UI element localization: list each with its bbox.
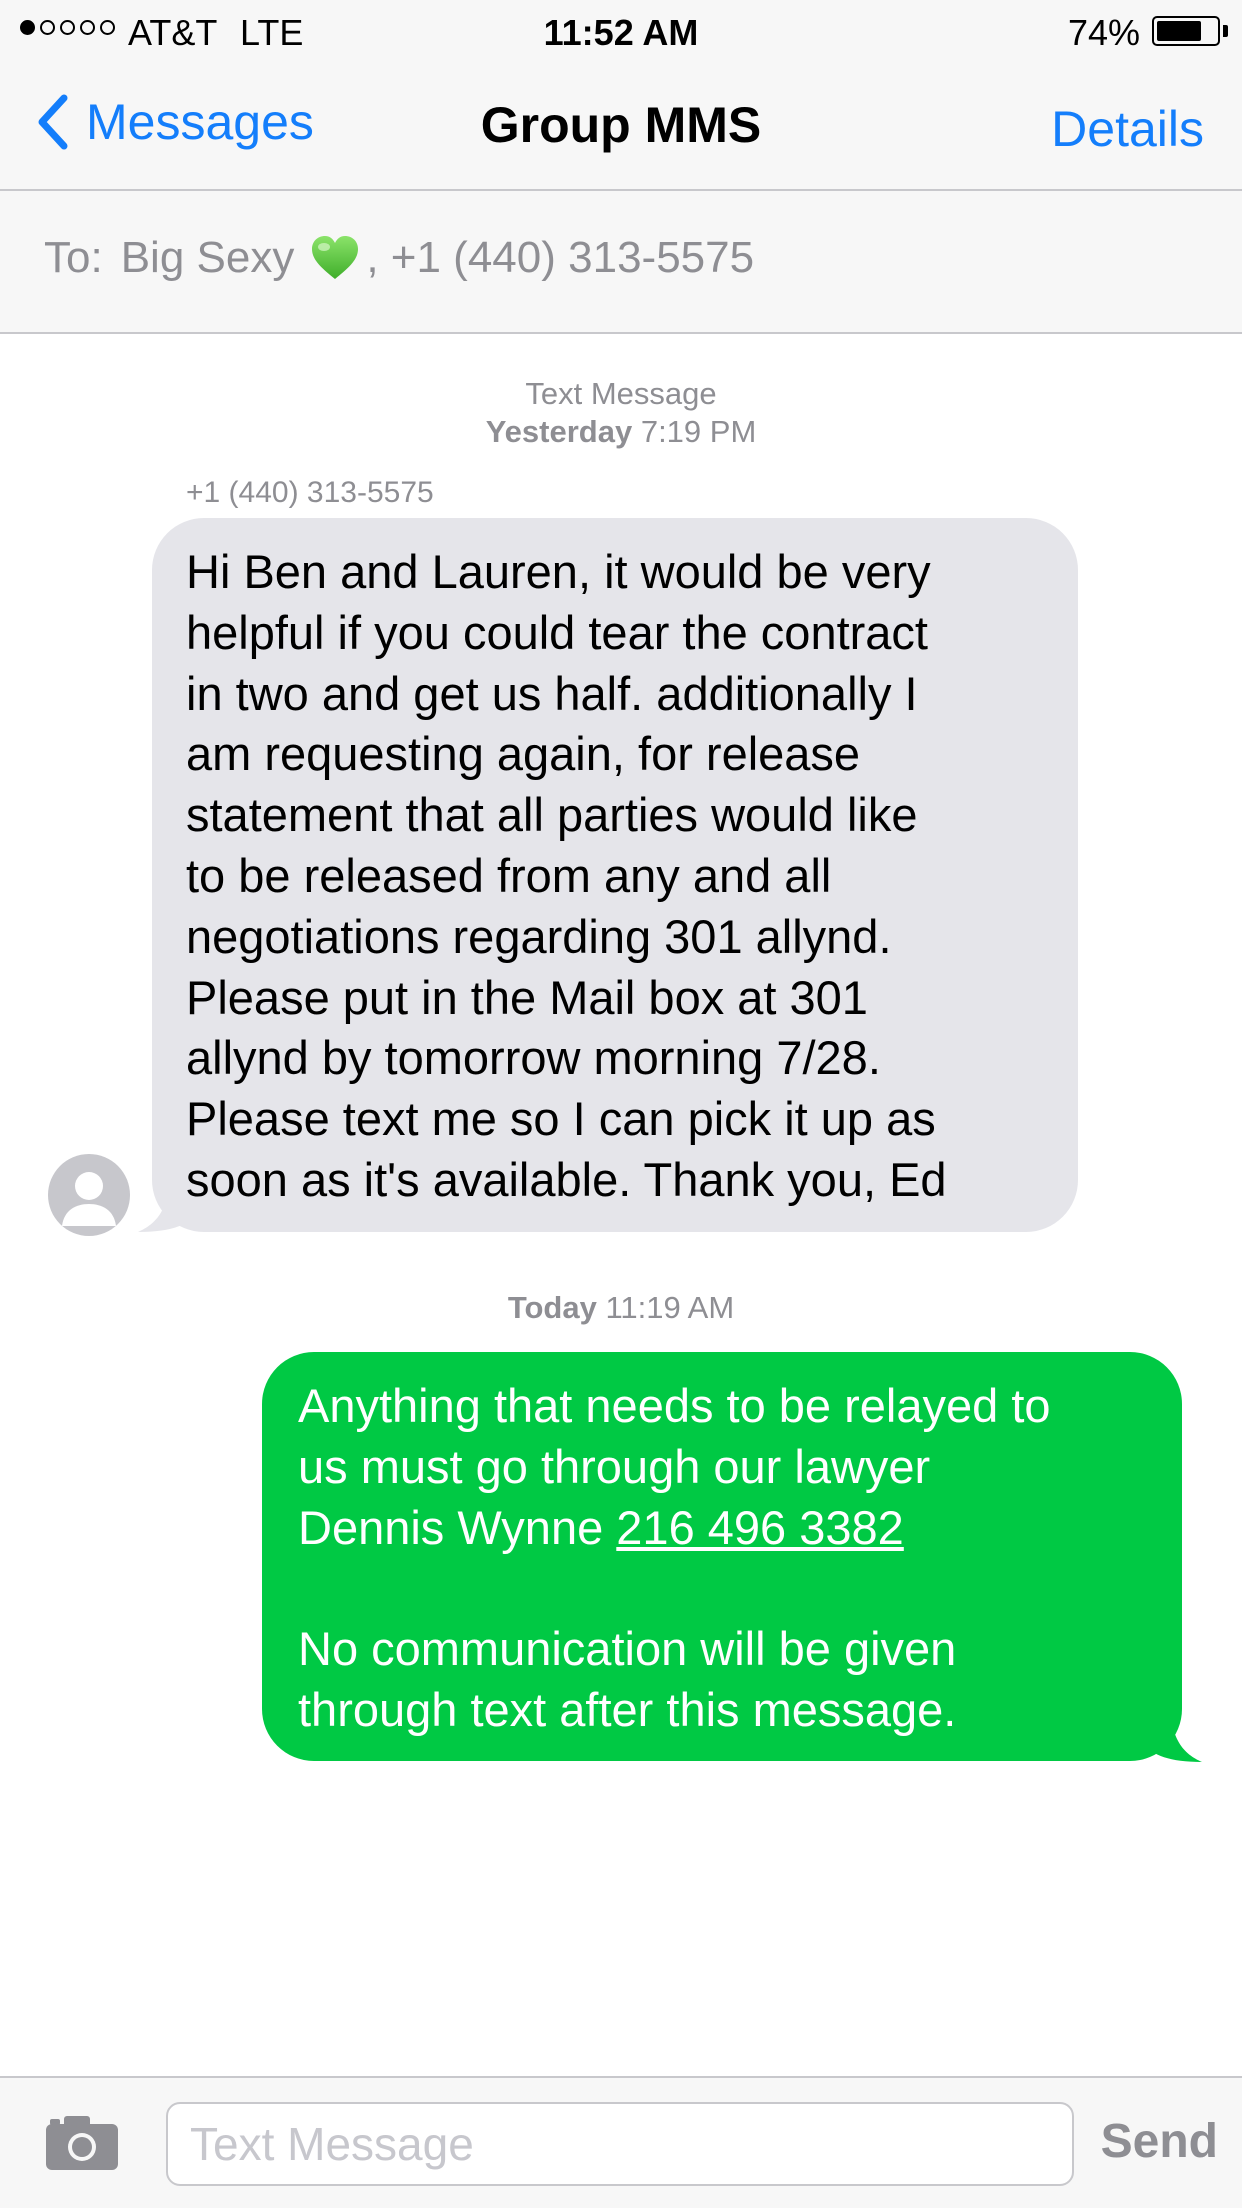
camera-icon[interactable] (44, 2112, 120, 2172)
to-label: To: (44, 233, 103, 282)
outgoing-text-part-2: No communication will be given through t… (298, 1622, 957, 1736)
green-heart-icon (312, 236, 359, 279)
recipient-name[interactable]: Big Sexy (121, 233, 295, 283)
status-time: 11:52 AM (543, 12, 699, 53)
message-input[interactable] (166, 2102, 1074, 2186)
person-silhouette-icon (62, 1172, 116, 1226)
timestamp-today: Today 11:19 AM (0, 1290, 1242, 1326)
phone-number-link[interactable]: 216 496 3382 (616, 1501, 904, 1554)
contact-avatar[interactable] (48, 1154, 130, 1236)
outgoing-message-text: Anything that needs to be relayed to us … (298, 1376, 1148, 1741)
status-bar: AT&T LTE 11:52 AM 74% (0, 0, 1242, 62)
incoming-message-bubble[interactable]: Hi Ben and Lauren, it would be very help… (152, 518, 1078, 1232)
timestamp-day: Yesterday (485, 414, 633, 449)
battery-percent: 74% (1067, 12, 1140, 53)
battery-icon (1152, 16, 1220, 46)
timestamp-yesterday: Yesterday 7:19 PM (0, 414, 1242, 450)
timestamp-time: 11:19 AM (605, 1290, 735, 1325)
recipients-field[interactable]: To: Big Sexy , +1 (440) 313-5575 (44, 233, 754, 283)
message-type-label: Text Message (525, 376, 717, 411)
battery-level (1157, 21, 1201, 41)
outgoing-message-bubble[interactable]: Anything that needs to be relayed to us … (262, 1352, 1182, 1761)
recipient-phone[interactable]: , +1 (440) 313-5575 (366, 233, 754, 283)
recipients-bar[interactable]: To: Big Sexy , +1 (440) 313-5575 (0, 191, 1242, 334)
timestamp-day: Today (507, 1290, 597, 1325)
send-button[interactable]: Send (1101, 2114, 1218, 2169)
compose-bar: Send (0, 2076, 1242, 2208)
battery-nub (1223, 25, 1228, 37)
details-button[interactable]: Details (1051, 100, 1204, 158)
navigation-bar: Messages Group MMS Details (0, 62, 1242, 191)
timestamp-time: 7:19 PM (640, 414, 757, 449)
incoming-message-text: Hi Ben and Lauren, it would be very help… (186, 545, 947, 1206)
sender-label: +1 (440) 313-5575 (186, 476, 434, 509)
